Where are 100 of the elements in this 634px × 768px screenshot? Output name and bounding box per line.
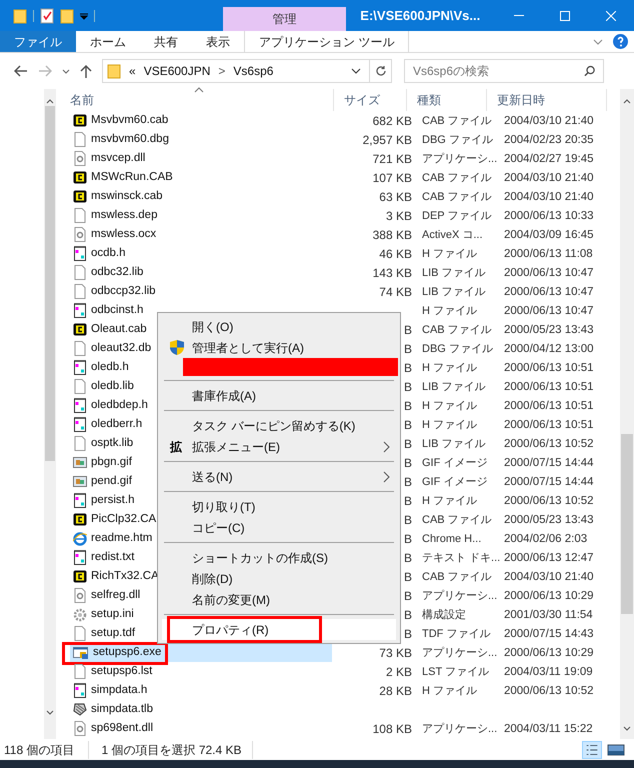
- selection-info: 1 個の項目を選択 72.4 KB: [89, 740, 253, 758]
- file-type: テキスト ドキ...: [422, 552, 500, 564]
- file-date: 2000/05/23 13:43: [504, 514, 594, 526]
- file-date: 2004/03/10 21:40: [504, 114, 594, 127]
- file-size: 28 KB: [379, 682, 412, 700]
- file-size: 63 KB: [379, 188, 412, 206]
- file-date: 2000/07/15 14:44: [504, 476, 594, 488]
- file-date: 2000/06/13 10:47: [504, 286, 594, 298]
- file-date: 2000/06/13 10:52: [504, 494, 594, 507]
- file-size: B: [404, 492, 412, 510]
- file-date: 2000/04/12 13:00: [504, 342, 594, 355]
- file-date: 2004/03/11 15:22: [504, 722, 593, 735]
- file-size: B: [404, 416, 412, 434]
- file-size: 3 KB: [386, 208, 412, 224]
- file-size: B: [404, 474, 412, 490]
- file-date: 2004/02/23 20:35: [504, 134, 594, 146]
- file-type: LIB ファイル: [422, 438, 486, 450]
- file-type: GIF イメージ: [422, 476, 488, 488]
- file-date: 2000/06/13 10:47: [504, 304, 594, 317]
- file-type: Chrome H...: [422, 533, 482, 546]
- file-date: 2000/06/13 10:47: [504, 266, 594, 279]
- file-type: アプリケーシ...: [422, 723, 498, 736]
- file-date: 2000/06/13 10:29: [504, 646, 594, 659]
- file-size: B: [404, 378, 412, 396]
- file-type: H ファイル: [422, 248, 477, 260]
- file-type: H ファイル: [422, 305, 477, 318]
- file-size: B: [404, 588, 412, 604]
- file-date: 2000/05/23 13:43: [504, 324, 594, 336]
- window-title: E:\VSE600JPN\Vs...: [359, 6, 482, 25]
- file-size: 2,957 KB: [362, 132, 412, 148]
- file-date: 2000/06/13 11:08: [504, 248, 593, 260]
- file-date: 2000/06/13 10:51: [504, 380, 594, 393]
- file-date: 2004/03/09 16:45: [504, 228, 594, 241]
- file-date: 2000/06/13 10:33: [504, 210, 594, 222]
- file-size: 388 KB: [372, 226, 412, 244]
- file-size: 2 KB: [386, 664, 412, 680]
- file-type: LIB ファイル: [422, 286, 486, 298]
- file-size: 682 KB: [372, 112, 412, 130]
- file-size: B: [404, 454, 412, 472]
- file-size: 46 KB: [379, 246, 412, 262]
- file-date: 2004/03/11 19:09: [504, 666, 593, 678]
- file-type: CAB ファイル: [422, 115, 492, 128]
- file-size: B: [404, 626, 412, 642]
- file-type: LIB ファイル: [422, 267, 486, 280]
- file-date: 2000/06/13 10:52: [504, 438, 594, 450]
- file-size: 108 KB: [372, 720, 412, 738]
- file-type: LST ファイル: [422, 666, 490, 678]
- file-size: B: [404, 398, 412, 414]
- file-size: B: [404, 436, 412, 452]
- file-size: 107 KB: [372, 170, 412, 186]
- file-type: アプリケーシ...: [422, 153, 498, 166]
- file-type: DBG ファイル: [422, 134, 493, 146]
- file-size: 74 KB: [379, 284, 412, 300]
- item-count: 118 個の項目: [4, 740, 90, 758]
- file-type: H ファイル: [422, 400, 477, 412]
- file-type: CAB ファイル: [422, 191, 492, 204]
- file-type: DEP ファイル: [422, 210, 492, 222]
- file-size: 721 KB: [372, 150, 412, 168]
- file-type: CAB ファイル: [422, 324, 492, 336]
- path-separator: >: [218, 63, 226, 80]
- file-size: B: [404, 550, 412, 566]
- file-date: 2001/03/30 11:54: [504, 608, 593, 621]
- file-size: B: [404, 568, 412, 586]
- context-tab-header: 管理: [222, 7, 346, 31]
- menu-glyph: 拡: [170, 439, 182, 456]
- file-date: 2004/02/27 19:45: [504, 152, 594, 165]
- file-date: 2004/02/06 2:03: [504, 532, 588, 545]
- file-size: 143 KB: [372, 264, 412, 282]
- file-type: CAB ファイル: [422, 571, 492, 584]
- file-size: B: [404, 360, 412, 376]
- file-date: 2000/06/13 12:47: [504, 552, 594, 564]
- file-type: DBG ファイル: [422, 343, 493, 356]
- file-date: 2000/06/13 10:51: [504, 400, 594, 412]
- file-type: H ファイル: [422, 685, 477, 698]
- file-size: 73 KB: [379, 644, 412, 662]
- file-size: B: [404, 606, 412, 624]
- file-date: 2000/06/13 10:29: [504, 590, 594, 602]
- file-type: ActiveX コ...: [422, 229, 483, 242]
- file-type: アプリケーシ...: [422, 647, 498, 660]
- file-type: H ファイル: [422, 362, 477, 374]
- file-date: 2000/06/13 10:52: [504, 684, 594, 697]
- file-date: 2000/07/15 14:44: [504, 456, 594, 469]
- file-type: アプリケーシ...: [422, 590, 498, 602]
- file-size: B: [404, 340, 412, 358]
- file-date: 2004/03/10 21:40: [504, 190, 594, 203]
- file-type: 構成設定: [422, 609, 466, 622]
- file-size: B: [404, 322, 412, 338]
- file-date: 2004/03/10 21:40: [504, 172, 594, 184]
- file-size: B: [404, 530, 412, 548]
- file-type: CAB ファイル: [422, 172, 492, 184]
- file-type: TDF ファイル: [422, 628, 490, 640]
- file-type: H ファイル: [422, 419, 477, 432]
- file-type: H ファイル: [422, 495, 477, 508]
- file-type: CAB ファイル: [422, 514, 492, 526]
- file-date: 2004/03/10 21:40: [504, 570, 594, 583]
- file-date: 2000/06/13 10:51: [504, 418, 594, 431]
- file-type: LIB ファイル: [422, 381, 486, 394]
- file-date: 2000/06/13 10:51: [504, 362, 594, 374]
- file-size: B: [404, 512, 412, 528]
- file-type: GIF イメージ: [422, 457, 488, 470]
